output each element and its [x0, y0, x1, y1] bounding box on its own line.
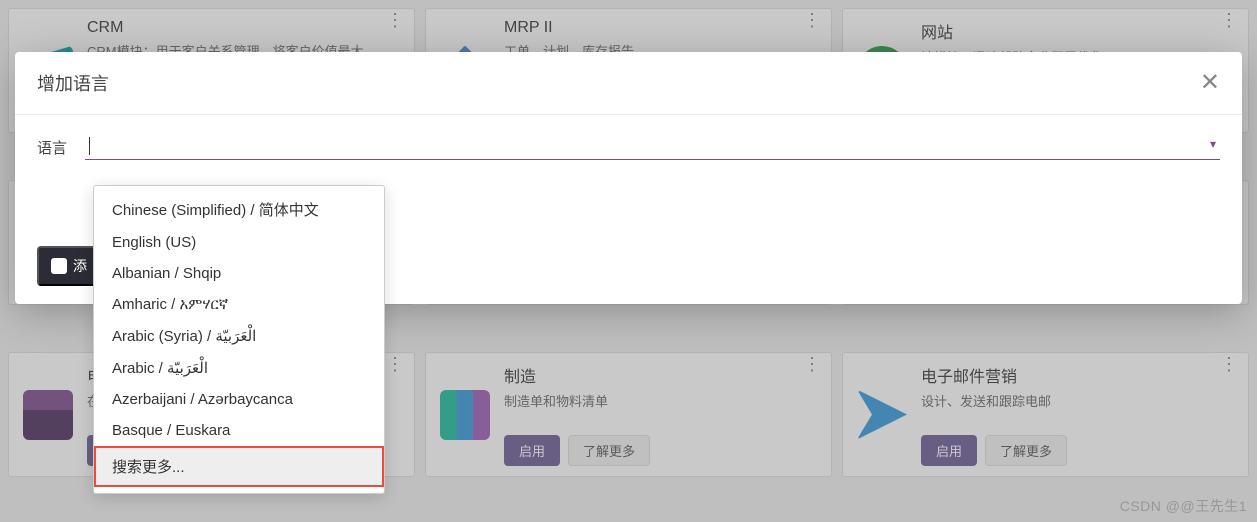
language-input-wrap[interactable]: ▾	[85, 135, 1220, 160]
language-option[interactable]: Basque / Euskara	[94, 415, 384, 446]
text-cursor	[89, 137, 90, 155]
language-option[interactable]: Azerbaijani / Azərbaycanca	[94, 384, 384, 415]
cloud-icon	[51, 258, 67, 274]
language-option[interactable]: Albanian / Shqip	[94, 258, 384, 289]
language-dropdown: Chinese (Simplified) / 简体中文English (US)A…	[93, 185, 385, 494]
modal-header: 增加语言 ✕	[15, 52, 1242, 115]
language-option[interactable]: Amharic / አምሃርኛ	[94, 289, 384, 320]
language-option[interactable]: English (US)	[94, 227, 384, 258]
close-icon[interactable]: ✕	[1200, 71, 1220, 95]
language-option[interactable]: Chinese (Simplified) / 简体中文	[94, 192, 384, 227]
chevron-down-icon[interactable]: ▾	[1210, 137, 1216, 151]
add-button-label: 添	[73, 256, 87, 276]
language-option[interactable]: Arabic (Syria) / الْعَرَبيّة	[94, 320, 384, 352]
language-label: 语言	[37, 137, 67, 158]
watermark-text: CSDN @@王先生1	[1120, 496, 1247, 516]
search-more-option[interactable]: 搜索更多...	[94, 446, 384, 487]
language-field-row: 语言 ▾	[37, 135, 1220, 160]
modal-title: 增加语言	[37, 70, 109, 96]
add-button[interactable]: 添	[37, 246, 101, 286]
language-input[interactable]	[85, 135, 1220, 159]
language-option[interactable]: Arabic / الْعَرَبيّة	[94, 352, 384, 384]
